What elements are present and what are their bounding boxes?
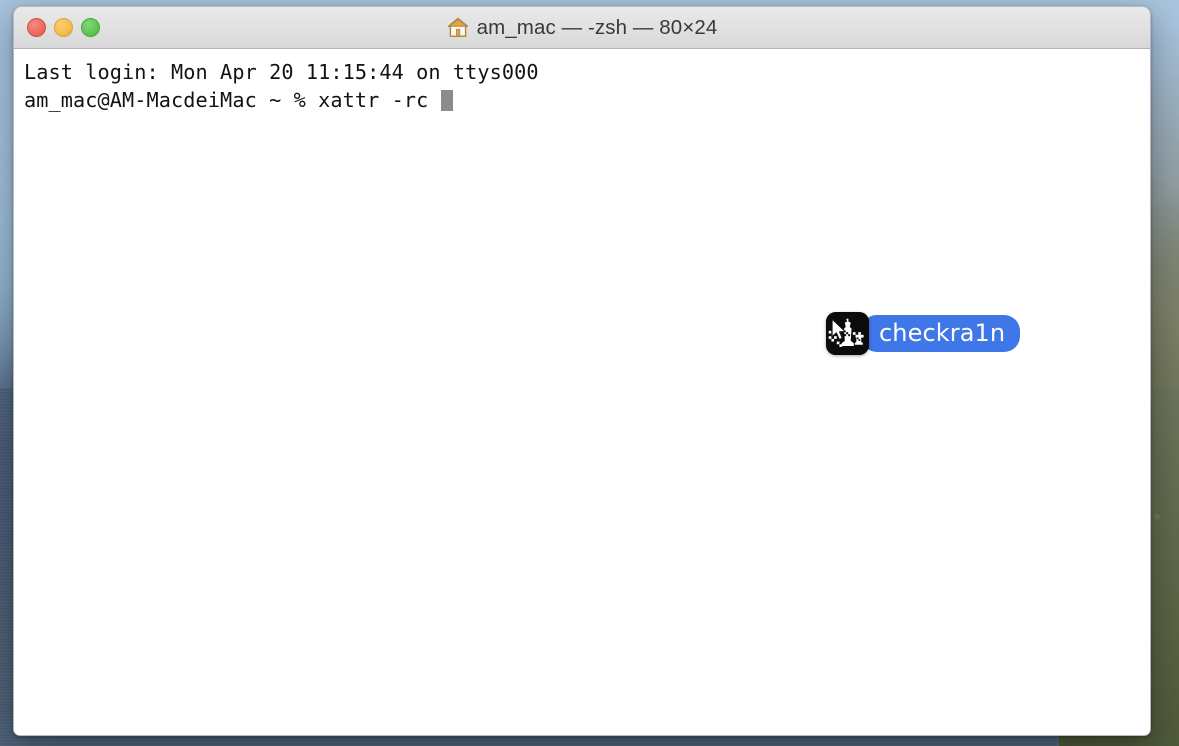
zoom-button[interactable]: [81, 18, 100, 37]
window-title-group: am_mac — -zsh — 80×24: [14, 7, 1150, 48]
window-title: am_mac — -zsh — 80×24: [476, 15, 718, 39]
window-controls: [27, 7, 100, 48]
terminal-line-login: Last login: Mon Apr 20 11:15:44 on ttys0…: [24, 60, 539, 84]
close-button[interactable]: [27, 18, 46, 37]
checkra1n-app-icon[interactable]: [826, 312, 869, 355]
checkra1n-icon-art: [826, 312, 869, 355]
terminal-command-text: xattr -rc: [318, 88, 441, 112]
terminal-prompt: am_mac@AM-MacdeiMac ~ %: [24, 88, 319, 112]
terminal-content-area[interactable]: Last login: Mon Apr 20 11:15:44 on ttys0…: [14, 49, 1150, 735]
drag-proxy[interactable]: checkra1n: [826, 312, 1021, 355]
terminal-line-prompt: am_mac@AM-MacdeiMac ~ % xattr -rc: [24, 86, 1150, 114]
minimize-button[interactable]: [54, 18, 73, 37]
window-titlebar[interactable]: am_mac — -zsh — 80×24: [14, 7, 1150, 49]
terminal-cursor: [440, 90, 453, 111]
drag-item-label: checkra1n: [861, 315, 1021, 352]
home-icon: [447, 17, 468, 37]
terminal-window[interactable]: am_mac — -zsh — 80×24 Last login: Mon Ap…: [13, 6, 1151, 736]
